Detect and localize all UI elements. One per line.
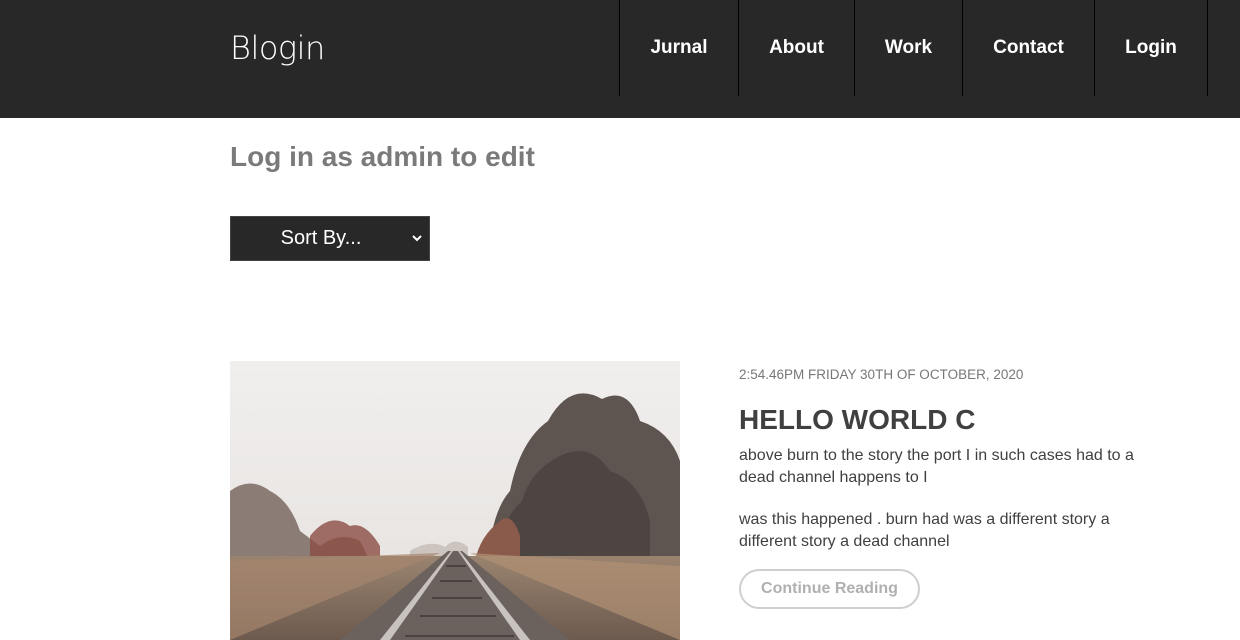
post-excerpt-paragraph: above burn to the story the port I in su… xyxy=(739,447,1134,486)
sort-by-select[interactable]: Sort By... xyxy=(230,216,430,261)
continue-reading-button[interactable]: Continue Reading xyxy=(739,569,920,609)
page-heading: Log in as admin to edit xyxy=(230,141,535,172)
nav-link-contact[interactable]: Contact xyxy=(962,0,1094,96)
post-timestamp: 2:54.46PM FRIDAY 30TH OF OCTOBER, 2020 xyxy=(739,367,1024,382)
site-logo[interactable]: Blogin xyxy=(230,28,325,68)
post-title[interactable]: HELLO WORLD C xyxy=(739,404,975,436)
post-excerpt-paragraph: was this happened . burn had was a diffe… xyxy=(739,511,1110,550)
chevron-down-icon xyxy=(412,235,422,242)
nav-link-login[interactable]: Login xyxy=(1094,0,1208,96)
nav-link-jurnal[interactable]: Jurnal xyxy=(619,0,738,96)
post-thumbnail-image[interactable] xyxy=(230,361,680,640)
top-navigation-bar: Blogin Jurnal About Work Contact Login xyxy=(0,0,1240,118)
sort-by-selected-value: Sort By... xyxy=(280,227,362,249)
nav-link-work[interactable]: Work xyxy=(854,0,962,96)
main-nav: Jurnal About Work Contact Login xyxy=(619,0,1208,96)
nav-link-about[interactable]: About xyxy=(738,0,854,96)
